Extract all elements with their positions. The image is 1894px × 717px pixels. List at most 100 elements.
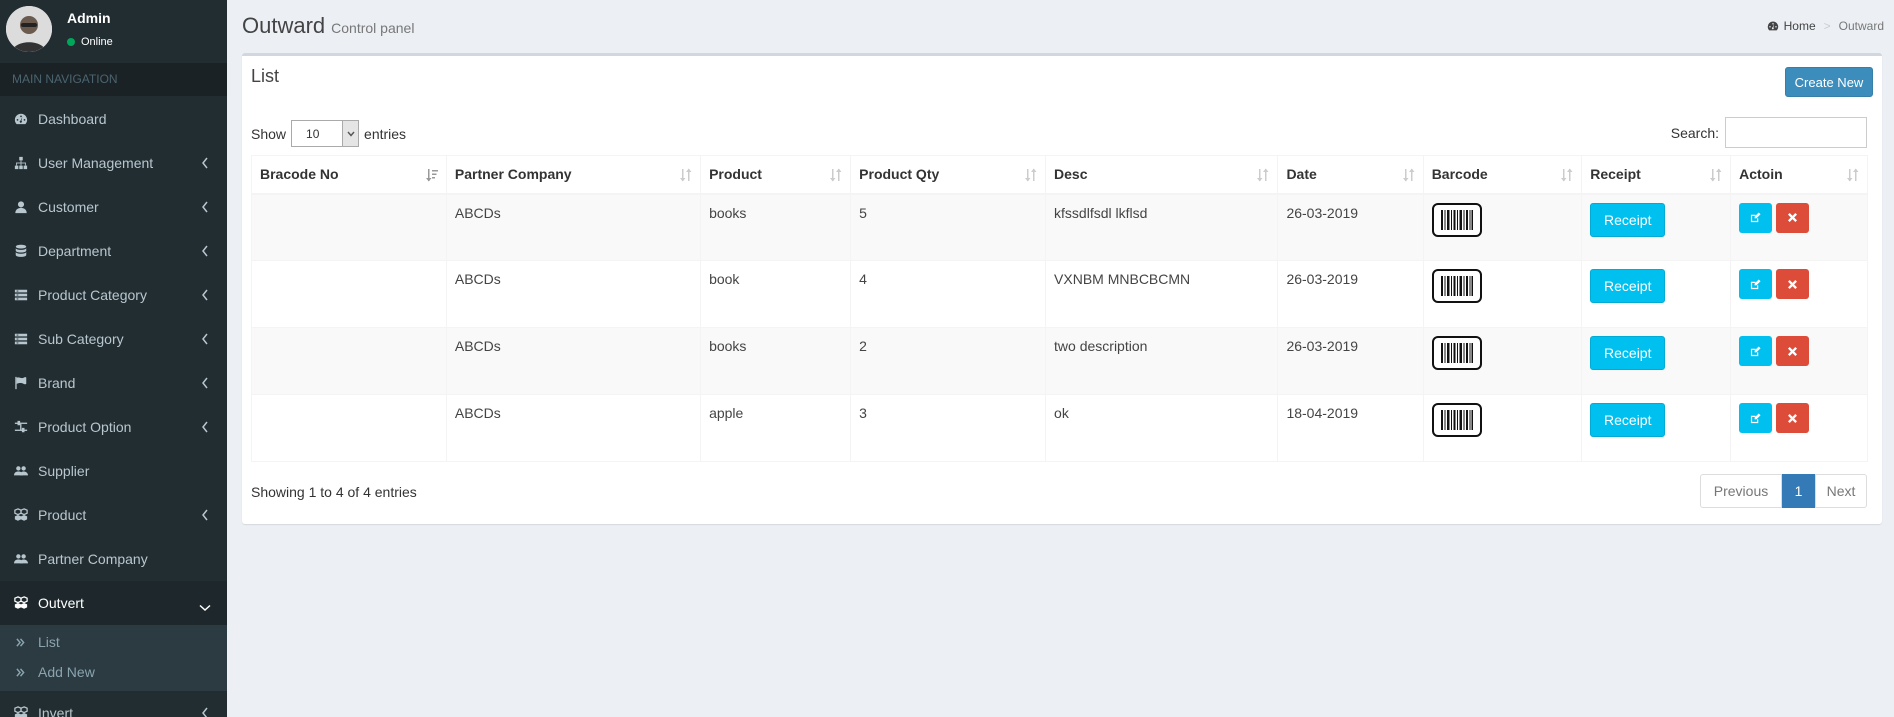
sidebar-item-product-category[interactable]: Product Category <box>0 273 227 317</box>
flag-icon <box>14 376 34 390</box>
sidebar-item-brand[interactable]: Brand <box>0 361 227 405</box>
receipt-button[interactable]: Receipt <box>1590 403 1666 437</box>
column-header-label: Bracode No <box>260 166 339 183</box>
entries-select[interactable]: 10 <box>291 120 360 147</box>
delete-button[interactable] <box>1776 269 1810 299</box>
cell-qty: 2 <box>850 327 1047 395</box>
column-header-receipt[interactable]: Receipt <box>1581 155 1732 195</box>
sidebar-item-supplier[interactable]: Supplier <box>0 449 227 493</box>
chevron-left-icon <box>201 508 209 522</box>
database-icon <box>14 244 34 258</box>
sidebar-item-label: Product Category <box>38 287 147 303</box>
column-header-date[interactable]: Date <box>1277 155 1424 195</box>
cubes-icon <box>14 508 34 522</box>
show-label: Show <box>251 125 287 142</box>
submenu-item-list[interactable]: List <box>0 627 227 657</box>
column-header-actoin[interactable]: Actoin <box>1730 155 1868 195</box>
sidebar-item-user-management[interactable]: User Management <box>0 141 227 185</box>
receipt-button[interactable]: Receipt <box>1590 269 1666 303</box>
barcode-icon[interactable] <box>1431 202 1482 237</box>
cell-desc: VXNBM MNBCBCMN <box>1045 260 1279 328</box>
close-icon <box>1787 212 1798 223</box>
page-1-button[interactable]: 1 <box>1782 474 1815 508</box>
outvert-submenu: List Add New <box>0 625 227 691</box>
submenu-item-add-new[interactable]: Add New <box>0 657 227 687</box>
dashboard-icon <box>14 112 34 126</box>
column-header-product-qty[interactable]: Product Qty <box>850 155 1047 195</box>
breadcrumb: Home > Outward <box>1767 19 1884 33</box>
online-dot-icon <box>67 38 75 46</box>
sidebar-item-product[interactable]: Product <box>0 493 227 537</box>
edit-icon <box>1750 345 1761 357</box>
edit-icon <box>1750 412 1761 424</box>
close-icon <box>1787 279 1798 290</box>
edit-button[interactable] <box>1739 336 1773 366</box>
create-new-button[interactable]: Create New <box>1785 67 1873 97</box>
column-header-partner-company[interactable]: Partner Company <box>445 155 702 195</box>
submenu-item-label: List <box>38 634 60 650</box>
sort-icon <box>1257 168 1269 182</box>
sort-icon <box>1561 168 1573 182</box>
chevron-down-icon <box>199 599 211 613</box>
breadcrumb-home[interactable]: Home <box>1784 19 1816 33</box>
dashboard-icon <box>1767 21 1778 31</box>
sort-icon <box>830 168 842 182</box>
submenu-item-label: Add New <box>38 664 95 680</box>
close-icon <box>1787 413 1798 424</box>
cell-receipt: Receipt <box>1581 327 1732 395</box>
sidebar-item-dashboard[interactable]: Dashboard <box>0 97 227 141</box>
column-header-label: Product <box>709 166 762 183</box>
delete-button[interactable] <box>1776 202 1810 233</box>
sidebar-item-label: Supplier <box>38 463 90 479</box>
previous-button[interactable]: Previous <box>1700 474 1782 508</box>
column-header-bracode-no[interactable]: Bracode No <box>251 155 447 195</box>
edit-button[interactable] <box>1739 403 1773 433</box>
receipt-button[interactable]: Receipt <box>1590 336 1666 370</box>
barcode-icon[interactable] <box>1431 336 1482 370</box>
double-chevron-right-icon <box>16 637 38 647</box>
delete-button[interactable] <box>1776 403 1810 433</box>
page-title-text: Outward <box>242 13 326 38</box>
column-header-desc[interactable]: Desc <box>1045 155 1279 195</box>
cell-receipt: Receipt <box>1581 260 1732 328</box>
barcode-icon[interactable] <box>1431 403 1482 437</box>
column-header-barcode[interactable]: Barcode <box>1422 155 1583 195</box>
cell-receipt: Receipt <box>1581 193 1732 261</box>
nav-list: Dashboard User Management Customer Departme… <box>0 97 227 717</box>
edit-button[interactable] <box>1739 269 1773 299</box>
barcode-icon[interactable] <box>1431 269 1482 303</box>
column-header-label: Desc <box>1054 166 1088 183</box>
list-icon <box>14 288 34 302</box>
column-header-label: Product Qty <box>859 166 940 183</box>
cell-action <box>1730 260 1868 328</box>
receipt-button[interactable]: Receipt <box>1590 202 1666 237</box>
sidebar-item-partner-company[interactable]: Partner Company <box>0 537 227 581</box>
sidebar-item-invert[interactable]: Invert <box>0 691 227 717</box>
row-actions <box>1739 336 1859 366</box>
edit-button[interactable] <box>1739 202 1773 233</box>
user-icon <box>14 200 34 214</box>
sidebar-item-sub-category[interactable]: Sub Category <box>0 317 227 361</box>
sidebar-item-label: Product <box>38 507 87 523</box>
column-header-product[interactable]: Product <box>700 155 852 195</box>
sidebar-item-customer[interactable]: Customer <box>0 185 227 229</box>
cell-desc: two description <box>1045 327 1279 395</box>
chevron-left-icon <box>201 332 209 346</box>
cell-product: apple <box>700 394 852 462</box>
next-button[interactable]: Next <box>1815 474 1867 508</box>
cell-action <box>1730 193 1868 261</box>
sort-icon <box>1402 168 1415 182</box>
sidebar-item-department[interactable]: Department <box>0 229 227 273</box>
sidebar-item-label: Partner Company <box>38 551 148 567</box>
sidebar-item-product-option[interactable]: Product Option <box>0 405 227 449</box>
edit-icon <box>1750 212 1761 223</box>
cell-bracode-no <box>251 327 447 395</box>
page-title: Outward Control panel <box>242 13 414 39</box>
table-row: ABCDs book 4 VXNBM MNBCBCMN 26-03-2019 Receip… <box>251 260 1868 328</box>
search-input[interactable] <box>1725 117 1867 148</box>
delete-button[interactable] <box>1776 336 1810 366</box>
sidebar-item-label: Customer <box>38 199 99 215</box>
user-panel: Admin Online <box>0 0 227 60</box>
sidebar-item-outvert[interactable]: Outvert <box>0 581 227 625</box>
sidebar-item-label: Sub Category <box>38 331 124 347</box>
